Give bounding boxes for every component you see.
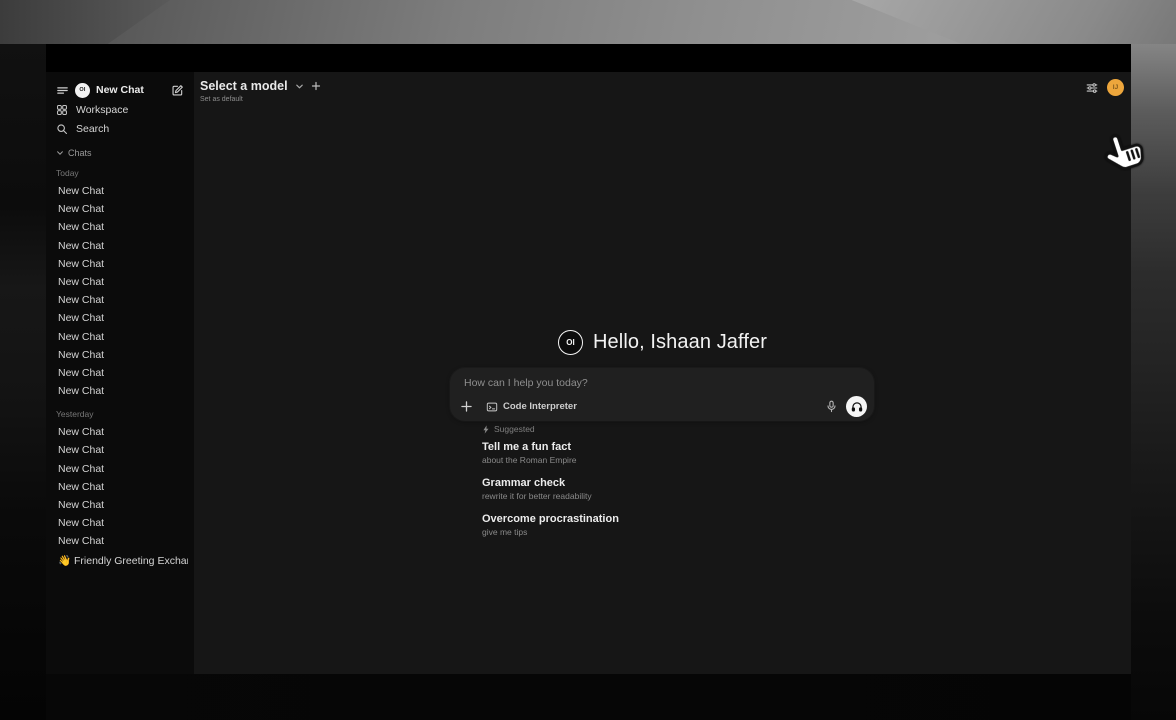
- chat-item[interactable]: New Chat: [54, 237, 188, 255]
- suggestion-item[interactable]: Overcome procrastination give me tips: [482, 513, 822, 538]
- app-body: OI New Chat Workspace: [46, 72, 1131, 674]
- composer-input[interactable]: How can I help you today?: [450, 368, 874, 389]
- search-icon: [56, 123, 68, 135]
- chat-group-label-today: Today: [54, 168, 188, 178]
- chat-item[interactable]: New Chat: [54, 273, 188, 291]
- chat-item[interactable]: New Chat: [54, 218, 188, 236]
- sidebar-title: New Chat: [96, 84, 144, 96]
- message-composer[interactable]: How can I help you today?: [450, 368, 874, 421]
- set-as-default-link[interactable]: Set as default: [200, 96, 321, 103]
- greeting-block: OI Hello, Ishaan Jaffer: [194, 330, 1131, 355]
- screen: OI New Chat Workspace: [0, 0, 1176, 720]
- chevron-down-icon: [295, 82, 304, 91]
- chat-item[interactable]: New Chat: [54, 346, 188, 364]
- chat-list-yesterday: New ChatNew ChatNew ChatNew ChatNew Chat…: [54, 423, 188, 550]
- suggestion-subtitle: give me tips: [482, 527, 822, 538]
- top-bar: Select a model Set as default: [200, 79, 1124, 103]
- suggestion-title: Tell me a fun fact: [482, 441, 822, 454]
- sidebar: OI New Chat Workspace: [46, 72, 194, 674]
- sidebar-header: OI New Chat: [54, 80, 188, 100]
- code-interpreter-toggle[interactable]: Code Interpreter: [482, 399, 581, 415]
- workspace-icon: [56, 104, 68, 116]
- model-selector-block: Select a model Set as default: [200, 79, 321, 103]
- suggestion-title: Grammar check: [482, 477, 822, 490]
- app-logo-icon: OI: [75, 83, 90, 98]
- chat-item[interactable]: New Chat: [54, 328, 188, 346]
- greeting-text: Hello, Ishaan Jaffer: [593, 331, 767, 354]
- terminal-icon: [486, 401, 498, 413]
- composer-toolbar: Code Interpreter: [450, 389, 874, 417]
- suggestion-title: Overcome procrastination: [482, 513, 822, 526]
- chat-item[interactable]: New Chat: [54, 441, 188, 459]
- wallpaper-left: [0, 44, 46, 720]
- suggested-header: Suggested: [482, 424, 822, 434]
- chat-item[interactable]: New Chat: [54, 423, 188, 441]
- sidebar-toggle-icon[interactable]: [56, 84, 69, 97]
- suggested-section: Suggested Tell me a fun fact about the R…: [482, 424, 822, 538]
- chat-item[interactable]: New Chat: [54, 514, 188, 532]
- sidebar-item-workspace[interactable]: Workspace: [54, 100, 188, 119]
- chat-group-label-yesterday: Yesterday: [54, 409, 188, 419]
- user-avatar[interactable]: IJ: [1107, 79, 1124, 96]
- chat-item[interactable]: New Chat: [54, 182, 188, 200]
- chat-item[interactable]: New Chat: [54, 532, 188, 550]
- add-model-icon[interactable]: [311, 81, 321, 91]
- suggestion-subtitle: about the Roman Empire: [482, 455, 822, 466]
- suggestion-item[interactable]: Tell me a fun fact about the Roman Empir…: [482, 441, 822, 466]
- chat-item[interactable]: New Chat: [54, 291, 188, 309]
- chat-item[interactable]: New Chat: [54, 200, 188, 218]
- bolt-icon: [482, 425, 490, 434]
- microphone-icon[interactable]: [826, 400, 837, 413]
- wallpaper-bottom: [46, 674, 1131, 720]
- new-chat-icon[interactable]: [171, 84, 184, 97]
- chat-item-named[interactable]: 👋 Friendly Greeting Exchange: [54, 552, 188, 570]
- chat-item[interactable]: New Chat: [54, 364, 188, 382]
- headphones-icon: [851, 401, 863, 413]
- suggested-label: Suggested: [494, 424, 535, 434]
- chat-item[interactable]: New Chat: [54, 309, 188, 327]
- top-actions: IJ: [1085, 79, 1124, 96]
- title-bar: [46, 44, 1131, 72]
- model-selector-label: Select a model: [200, 79, 288, 93]
- app-logo-icon: OI: [558, 330, 583, 355]
- suggestion-subtitle: rewrite it for better readability: [482, 491, 822, 502]
- model-selector[interactable]: Select a model: [200, 79, 321, 93]
- suggestion-item[interactable]: Grammar check rewrite it for better read…: [482, 477, 822, 502]
- chat-item[interactable]: New Chat: [54, 382, 188, 400]
- settings-sliders-icon[interactable]: [1085, 81, 1099, 95]
- code-interpreter-label: Code Interpreter: [503, 401, 577, 412]
- voice-call-button[interactable]: [846, 396, 867, 417]
- chat-item[interactable]: New Chat: [54, 460, 188, 478]
- chat-item[interactable]: New Chat: [54, 478, 188, 496]
- sidebar-item-search[interactable]: Search: [54, 119, 188, 138]
- chevron-down-icon: [56, 149, 64, 157]
- app-window: OI New Chat Workspace: [46, 44, 1131, 674]
- chat-item[interactable]: New Chat: [54, 496, 188, 514]
- wallpaper-right: [1131, 44, 1176, 720]
- search-label: Search: [76, 123, 109, 135]
- main-pane: Select a model Set as default: [194, 72, 1131, 674]
- chat-list-today: New ChatNew ChatNew ChatNew ChatNew Chat…: [54, 182, 188, 400]
- chats-section-header[interactable]: Chats: [54, 147, 188, 159]
- attach-plus-icon[interactable]: [460, 400, 473, 413]
- chats-label: Chats: [68, 148, 92, 158]
- suggested-list: Tell me a fun fact about the Roman Empir…: [482, 441, 822, 538]
- chat-item[interactable]: New Chat: [54, 255, 188, 273]
- workspace-label: Workspace: [76, 104, 128, 116]
